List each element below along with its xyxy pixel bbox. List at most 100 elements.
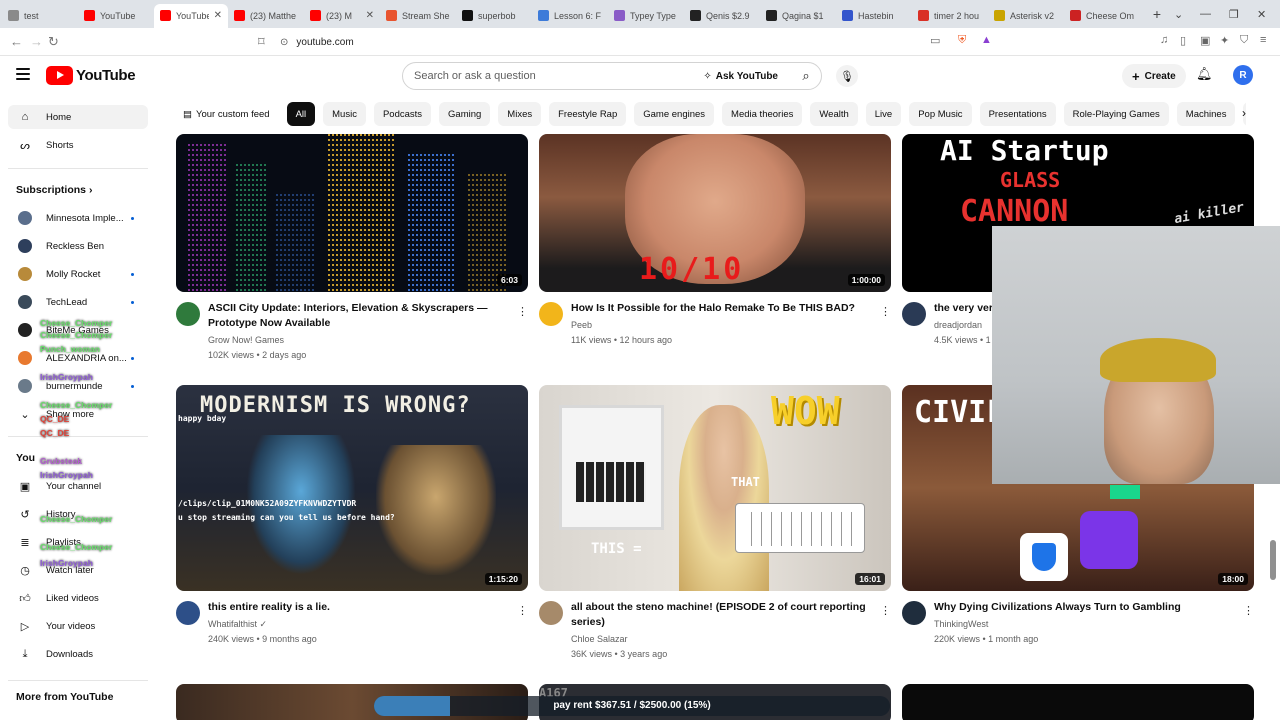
subscriptions-heading[interactable]: Subscriptions › [16,184,92,196]
video-title[interactable]: ASCII City Update: Interiors, Elevation … [208,301,498,331]
page-scrollbar[interactable] [1270,540,1276,580]
create-button[interactable]: + Create [1122,64,1186,88]
sidebar-toggle-icon[interactable]: ▯ [1180,34,1186,47]
filter-chip[interactable]: All [286,102,316,126]
search-icon[interactable]: ⌕ [791,68,821,84]
sidebar-subscription-item[interactable]: Minnesota Imple... [8,206,148,230]
filter-chip[interactable]: Music [323,102,366,126]
forward-icon[interactable]: → [30,34,43,49]
wallet-icon[interactable]: ▣ [1200,34,1210,47]
browser-tab[interactable]: test [2,4,78,28]
sidebar-item-home[interactable]: ⌂ Home [8,105,148,129]
close-window-icon[interactable]: ✕ [1257,0,1266,28]
filter-chip[interactable]: Freestyle Rap [549,102,627,126]
sidebar-subscription-item[interactable]: Molly Rocket [8,262,148,286]
guide-menu-icon[interactable] [16,68,30,80]
channel-avatar[interactable] [902,302,926,326]
vpn-icon[interactable]: ⛉ [1240,34,1248,47]
filter-chip[interactable]: Mixes [498,102,542,126]
sidebar-item-shorts[interactable]: ᔕ Shorts [8,133,148,157]
channel-name[interactable]: dreadjordan [934,320,982,330]
tab-close-icon[interactable]: ✕ [366,10,374,21]
video-menu-icon[interactable]: ⋮ [880,305,891,318]
sidebar-item-history[interactable]: ↺ History [8,502,148,526]
browser-tab[interactable]: Asterisk v2 [988,4,1064,28]
browser-tab[interactable]: YouTube [78,4,154,28]
tab-close-icon[interactable]: ✕ [214,10,222,21]
ask-youtube-button[interactable]: ✧ Ask YouTube [698,68,783,85]
video-title[interactable]: How Is It Possible for the Halo Remake T… [571,301,861,316]
tab-search-icon[interactable]: ⌄ [1174,0,1183,28]
browser-tab[interactable]: Cheese Om [1064,4,1140,28]
browser-menu-icon[interactable]: ≡ [1260,34,1266,46]
video-thumbnail-ascii-city[interactable]: 6:03 [176,134,528,292]
browser-tab[interactable]: Qagina $1 [760,4,836,28]
sidebar-item-liked-videos[interactable]: 👍︎ Liked videos [8,586,148,610]
sidebar-item-your-channel[interactable]: ▣ Your channel [8,474,148,498]
browser-tab[interactable]: Typey Type [608,4,684,28]
channel-name[interactable]: ThinkingWest [934,619,988,629]
channel-avatar[interactable] [539,302,563,326]
you-heading[interactable]: You [16,452,35,464]
filter-chip[interactable]: Media theories [722,102,803,126]
channel-avatar[interactable] [902,601,926,625]
filter-chip[interactable]: Presentations [979,102,1056,126]
channel-name[interactable]: Whatifalthist ✓ [208,619,267,630]
sidebar-item-playlists[interactable]: ≣ Playlists [8,530,148,554]
back-icon[interactable]: ← [10,34,23,49]
channel-name[interactable]: Peeb [571,320,592,330]
new-tab-button[interactable]: + [1146,3,1168,25]
search-box[interactable]: Search or ask a question ✧ Ask YouTube ⌕ [402,62,822,90]
filter-chip[interactable]: Role-Playing Games [1063,102,1169,126]
video-thumbnail-modernism[interactable]: MODERNISM IS WRONG? happy bday /clips/cl… [176,385,528,591]
filter-chip[interactable]: Live [865,102,902,126]
account-avatar[interactable]: R [1233,65,1253,85]
reload-icon[interactable]: ↻ [48,34,59,50]
video-thumbnail-row3-3[interactable] [902,684,1254,720]
bookmark-icon[interactable]: ⌑ [258,34,265,50]
filter-chip[interactable]: ▤ Your custom feed [174,102,279,126]
channel-avatar[interactable] [176,601,200,625]
site-info-icon[interactable]: ⊙ [280,37,288,48]
sidebar-item-watch-later[interactable]: ◷ Watch later [8,558,148,582]
channel-avatar[interactable] [539,601,563,625]
filter-chip[interactable]: Wealth [810,102,858,126]
maximize-icon[interactable]: ❐ [1229,0,1239,28]
url-field[interactable]: ⊙ youtube.com [280,32,1000,52]
sidebar-item-your-videos[interactable]: ▷ Your videos [8,614,148,638]
browser-tab[interactable]: (23) M ✕ [304,4,380,28]
minimize-icon[interactable]: — [1200,0,1211,28]
filter-chip[interactable]: Pop Music [909,102,972,126]
browser-tab[interactable]: Stream She [380,4,456,28]
brave-shields-icon[interactable]: ⛨ [958,34,966,47]
chip-next-arrow-icon[interactable]: › [1242,106,1246,120]
video-menu-icon[interactable]: ⋮ [1243,604,1254,617]
filter-chip[interactable]: Game engines [634,102,715,126]
video-thumbnail-steno[interactable]: WOW THAT THIS = 16:01 [539,385,891,591]
video-title[interactable]: Why Dying Civilizations Always Turn to G… [934,600,1234,615]
browser-tab[interactable]: superbob [456,4,532,28]
browser-tab[interactable]: timer 2 hou [912,4,988,28]
media-icon[interactable]: ♫ [1160,34,1168,46]
sidebar-subscription-item[interactable]: burnermunde [8,374,148,398]
browser-tab[interactable]: Lesson 6: F [532,4,608,28]
browser-tab[interactable]: YouTube ✕ [154,3,228,28]
video-menu-icon[interactable]: ⋮ [880,604,891,617]
channel-name[interactable]: Grow Now! Games [208,335,284,345]
channel-avatar[interactable] [176,302,200,326]
youtube-logo[interactable]: YouTube [46,66,136,85]
video-thumbnail-halo[interactable]: 10/10 1:00:00 [539,134,891,292]
browser-tab[interactable]: Hastebin [836,4,912,28]
rewards-icon[interactable]: ▲ [981,34,992,46]
filter-chip[interactable]: Gaming [439,102,491,126]
browser-tab[interactable]: (23) Matthe [228,4,304,28]
video-title[interactable]: all about the steno machine! (EPISODE 2 … [571,600,866,630]
sidebar-subscription-item[interactable]: BiteMe Games [8,318,148,342]
video-menu-icon[interactable]: ⋮ [517,604,528,617]
sidebar-item-downloads[interactable]: ⤓ Downloads [8,642,148,666]
sidebar-subscription-item[interactable]: ALEXANDRIA on... [8,346,148,370]
channel-name[interactable]: Chloe Salazar [571,634,628,644]
ai-assistant-icon[interactable]: ✦ [1220,34,1229,47]
video-title[interactable]: this entire reality is a lie. [208,600,498,615]
browser-tab[interactable]: Qenis $2.9 [684,4,760,28]
